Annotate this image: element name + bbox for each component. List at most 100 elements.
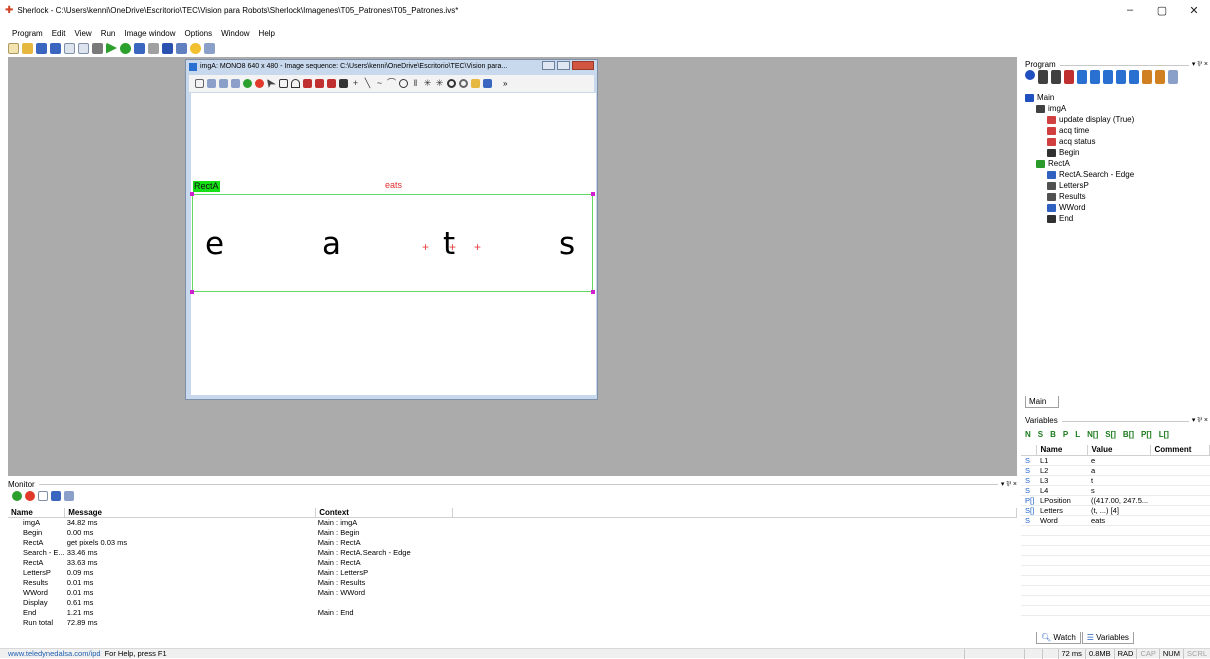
image-window[interactable]: imgA: MONO8 640 x 480 - Image sequence: … <box>185 59 598 400</box>
monitor-row[interactable]: RectA 33.63 ms Main : RectA <box>8 558 1017 568</box>
monitor-row[interactable]: RectA get pixels 0.03 ms Main : RectA <box>8 538 1017 548</box>
search-tool-icon[interactable] <box>327 79 336 88</box>
maximize-button[interactable]: ▢ <box>1146 0 1178 20</box>
menu-window[interactable]: Window <box>221 29 249 38</box>
ocr-tool-icon[interactable] <box>339 79 348 88</box>
image-window-icon[interactable] <box>64 42 75 54</box>
save-monitor-icon[interactable] <box>51 491 61 501</box>
monitor-row[interactable]: Search - E... 33.46 ms Main : RectA.Search… <box>8 548 1017 558</box>
variable-row[interactable]: S Word eats <box>1021 515 1210 526</box>
tree-node[interactable]: End <box>1025 213 1134 224</box>
tree-node[interactable]: acq status <box>1025 136 1134 147</box>
more-icon[interactable]: » <box>503 79 512 88</box>
tree-node[interactable]: update display (True) <box>1025 114 1134 125</box>
monitor-row[interactable]: Begin 0.00 ms Main : Begin <box>8 528 1017 538</box>
monitor-row[interactable]: Results 0.01 ms Main : Results <box>8 578 1017 588</box>
sigma-icon[interactable] <box>204 42 215 54</box>
add-variable-button[interactable]: P[] <box>1141 430 1152 439</box>
image-window-close-button[interactable] <box>572 61 594 70</box>
variable-row[interactable]: S L4 s <box>1021 485 1210 496</box>
program-pin-controls[interactable]: ▾ ⅌ × <box>1192 60 1208 69</box>
image-window-minimize-button[interactable] <box>542 61 555 70</box>
save-image-icon[interactable] <box>483 79 492 88</box>
roi-handle-tl[interactable] <box>190 192 194 196</box>
try-icon[interactable] <box>1168 70 1178 84</box>
polyline-tool-icon[interactable]: ~ <box>375 79 384 88</box>
menu-run[interactable]: Run <box>101 29 116 38</box>
close-button[interactable]: ✕ <box>1178 0 1210 20</box>
line-tool-icon[interactable]: ╲ <box>363 79 372 88</box>
stop-monitor-icon[interactable] <box>25 491 35 501</box>
monitor-pin-controls[interactable]: ▾ ⅌ × <box>1001 480 1017 489</box>
zoom-fit-icon[interactable] <box>195 79 204 88</box>
monitor-row[interactable]: imgA 34.82 ms Main : imgA <box>8 518 1017 528</box>
program-tool-icon[interactable] <box>471 79 480 88</box>
bulb-icon[interactable] <box>190 42 201 54</box>
menu-help[interactable]: Help <box>259 29 275 38</box>
step-icon[interactable] <box>148 42 159 54</box>
roi-icon[interactable] <box>1051 70 1061 84</box>
arc-icon[interactable]: ⌒ <box>387 79 396 88</box>
stop-image-icon[interactable] <box>92 42 103 54</box>
monitor-row[interactable]: End 1.21 ms Main : End <box>8 608 1017 618</box>
save-as-icon[interactable] <box>50 42 61 54</box>
menu-options[interactable]: Options <box>185 29 213 38</box>
acquire-icon[interactable] <box>1025 70 1035 80</box>
if-icon[interactable] <box>1142 70 1152 84</box>
run-continuous-icon[interactable] <box>120 42 131 54</box>
menu-view[interactable]: View <box>74 29 91 38</box>
circle-tool-icon[interactable] <box>399 79 408 88</box>
roi-handle-tr[interactable] <box>591 192 595 196</box>
expression-icon[interactable] <box>1064 70 1074 84</box>
image-canvas[interactable]: RectA eats e a t s + + + <box>190 93 596 395</box>
add-variable-button[interactable]: N[] <box>1087 430 1098 439</box>
add-variable-button[interactable]: S[] <box>1105 430 1116 439</box>
cross-tool-icon[interactable]: + <box>351 79 360 88</box>
zoom-out-icon[interactable] <box>231 79 240 88</box>
variable-row[interactable]: S[] Letters (t, ...) [4] <box>1021 505 1210 516</box>
blob-tool-icon[interactable] <box>315 79 324 88</box>
tree-node[interactable]: acq time <box>1025 125 1134 136</box>
add-variable-button[interactable]: P <box>1063 430 1068 439</box>
col-context[interactable]: Context <box>315 508 454 518</box>
jump-icon[interactable] <box>1090 70 1100 84</box>
add-variable-button[interactable]: S <box>1038 430 1043 439</box>
variable-row[interactable]: S L3 t <box>1021 475 1210 486</box>
menu-program[interactable]: Program <box>12 29 43 38</box>
rake-tool-icon[interactable]: ‖ <box>411 79 420 88</box>
variable-row[interactable]: P[] LPosition ((417.00, 247.5... <box>1021 495 1210 506</box>
new-icon[interactable] <box>8 42 19 54</box>
label-icon[interactable] <box>1103 70 1113 84</box>
rect-tool-icon[interactable] <box>279 79 288 88</box>
start-monitor-icon[interactable] <box>12 491 22 501</box>
step-over-icon[interactable] <box>176 42 187 54</box>
menu-edit[interactable]: Edit <box>52 29 66 38</box>
run-icon[interactable] <box>106 42 117 54</box>
monitor-row[interactable]: Run total 72.89 ms <box>8 618 1017 628</box>
image-window-maximize-button[interactable] <box>557 61 570 70</box>
add-variable-button[interactable]: N <box>1025 430 1031 439</box>
stop-icon[interactable] <box>134 42 145 54</box>
script-icon[interactable] <box>1038 70 1048 84</box>
call-icon[interactable] <box>1077 70 1087 84</box>
menu-image-window[interactable]: Image window <box>124 29 175 38</box>
spoke-tool-icon[interactable]: ✳ <box>423 79 432 88</box>
image-window-titlebar[interactable]: imgA: MONO8 640 x 480 - Image sequence: … <box>186 60 597 73</box>
add-variable-button[interactable]: B <box>1050 430 1056 439</box>
col-value[interactable]: Value <box>1087 445 1151 456</box>
zoom-icon[interactable] <box>207 79 216 88</box>
play-icon[interactable] <box>243 79 252 88</box>
col-message[interactable]: Message <box>64 508 317 518</box>
record-icon[interactable] <box>255 79 264 88</box>
monitor-row[interactable]: Display 0.61 ms <box>8 598 1017 608</box>
variable-row[interactable]: S L1 e <box>1021 455 1210 466</box>
tree-node[interactable]: Begin <box>1025 147 1134 158</box>
variables-pin-controls[interactable]: ▾ ⅌ × <box>1192 416 1208 425</box>
variable-row[interactable]: S L2 a <box>1021 465 1210 476</box>
status-url[interactable]: www.teledynedalsa.com/ipd <box>8 649 101 658</box>
zoom-in-icon[interactable] <box>219 79 228 88</box>
tree-node[interactable]: imgA <box>1025 103 1134 114</box>
stop-prog-icon[interactable] <box>1129 70 1139 84</box>
add-variable-button[interactable]: L <box>1075 430 1080 439</box>
edge-tool-icon[interactable] <box>303 79 312 88</box>
